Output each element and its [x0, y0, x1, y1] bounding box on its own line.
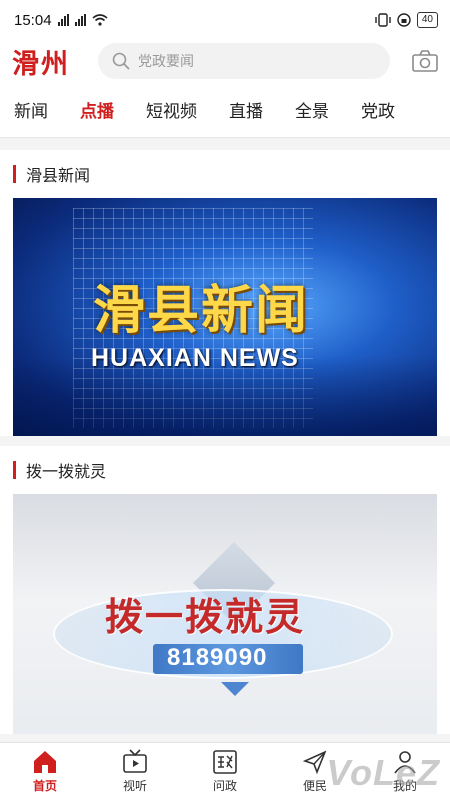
signal-icon-2 [74, 14, 86, 26]
search-placeholder: 党政要闻 [138, 54, 194, 70]
section-header[interactable]: 滑县新闻 [13, 162, 437, 186]
video-thumbnail[interactable]: 滑县新闻 HUAXIAN NEWS [13, 198, 437, 436]
thumbnail-title-en: HUAXIAN NEWS [91, 344, 299, 372]
user-icon [394, 751, 416, 774]
nav-gov-inquiry-label: 问政 [212, 779, 237, 793]
nav-home-label: 首页 [32, 779, 57, 793]
app-logo: 滑州 [12, 48, 70, 80]
vibrate-icon [375, 13, 391, 27]
section-title: 拨一拨就灵 [26, 462, 107, 481]
section-header[interactable]: 拨一拨就灵 [13, 458, 437, 482]
nav-gov-inquiry[interactable]: 问政 [180, 743, 270, 800]
section-title: 滑县新闻 [26, 166, 91, 185]
nav-services[interactable]: 便民 [270, 743, 360, 800]
content-feed: 滑县新闻 滑县新闻 HUAXIAN NEWS 拨一拨就灵 拨一拨就灵 81890… [0, 150, 450, 742]
zheng-icon [213, 750, 237, 774]
camera-icon[interactable] [412, 50, 438, 72]
status-time: 15:04 [14, 11, 52, 29]
thumbnail-title-cn: 拨一拨就灵 [105, 594, 306, 639]
section-card: 拨一拨就灵 拨一拨就灵 8189090 [0, 446, 450, 734]
arrow-down-icon [221, 682, 249, 696]
hotline-number: 8189090 [167, 644, 268, 671]
nav-profile[interactable]: 我的 [360, 743, 450, 800]
tab-live[interactable]: 直播 [229, 97, 263, 122]
send-icon [302, 750, 327, 775]
nav-media-label: 视听 [122, 779, 147, 793]
nav-profile-label: 我的 [392, 779, 417, 793]
channel-tabs: 新闻 点播 短视频 直播 全景 党政 [0, 82, 450, 138]
bottom-nav: 首页 视听 问政 便民 我的 [0, 742, 450, 800]
video-thumbnail[interactable]: 拨一拨就灵 8189090 [13, 494, 437, 734]
tab-panorama[interactable]: 全景 [295, 97, 329, 122]
lock-icon [397, 13, 411, 27]
nav-services-label: 便民 [302, 779, 327, 793]
wifi-icon [92, 14, 108, 26]
tab-news[interactable]: 新闻 [14, 97, 48, 122]
thumbnail-title-cn: 滑县新闻 [93, 280, 310, 341]
home-icon [34, 751, 56, 773]
signal-icon [57, 14, 69, 26]
nav-home[interactable]: 首页 [0, 743, 90, 800]
section-card: 滑县新闻 滑县新闻 HUAXIAN NEWS [0, 150, 450, 436]
section-marker [13, 461, 16, 479]
search-icon [112, 52, 130, 70]
tab-vod[interactable]: 点播 [80, 97, 114, 122]
tab-party-gov[interactable]: 党政 [361, 97, 395, 122]
tab-short-video[interactable]: 短视频 [146, 97, 197, 122]
status-bar: 15:04 40 [0, 0, 450, 40]
section-marker [13, 165, 16, 183]
search-input[interactable]: 党政要闻 [98, 43, 390, 79]
battery-indicator: 40 [416, 12, 438, 28]
top-bar: 滑州 党政要闻 [0, 40, 450, 82]
tv-icon [123, 749, 147, 773]
nav-media[interactable]: 视听 [90, 743, 180, 800]
